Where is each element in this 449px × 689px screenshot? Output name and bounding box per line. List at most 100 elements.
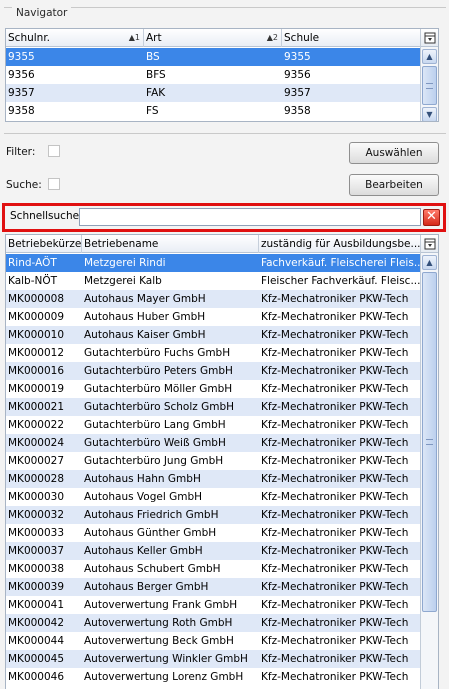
table-row[interactable]: 9355 BS 9355 <box>6 48 420 66</box>
table-cell: Fachverkäuf. Fleischerei Fleis... <box>261 257 422 269</box>
companies-scrollbar[interactable]: ▲ <box>420 235 438 689</box>
table-cell: MK000041 <box>8 599 65 611</box>
column-header-art[interactable]: Art ▲2 <box>144 29 282 47</box>
quicksearch-input[interactable] <box>79 208 421 226</box>
table-cell: MK000024 <box>8 437 65 449</box>
table-cell: Kfz-Mechatroniker PKW-Tech <box>261 455 409 467</box>
column-header-zustaendig[interactable]: zuständig für Ausbildungsbe... <box>259 235 422 253</box>
table-row[interactable]: MK000019 Gutachterbüro Möller GmbH Kfz-Mec… <box>6 380 420 398</box>
table-row[interactable]: MK000033 Autohaus Günther GmbH Kfz-Mechatr… <box>6 524 420 542</box>
scroll-thumb[interactable] <box>422 272 437 612</box>
table-cell: Gutachterbüro Peters GmbH <box>84 365 233 377</box>
navigator-scrollbar[interactable]: ▲ ▼ <box>420 29 438 121</box>
table-row[interactable]: MK000028 Autohaus Hahn GmbH Kfz-Mechatroni… <box>6 470 420 488</box>
table-row[interactable]: MK000045 Autoverwertung Winkler GmbH Kfz-M… <box>6 650 420 668</box>
scroll-down-icon[interactable]: ▼ <box>422 107 437 121</box>
table-cell: Kfz-Mechatroniker PKW-Tech <box>261 635 409 647</box>
navigator-title: Navigator <box>12 7 72 19</box>
navigator-grid[interactable]: Schulnr. ▲1 Art ▲2 Schule 9355 BS 9355 9356… <box>5 28 439 122</box>
table-row[interactable]: MK000010 Autohaus Kaiser GmbH Kfz-Mechatro… <box>6 326 420 344</box>
table-cell: MK000008 <box>8 293 65 305</box>
table-row[interactable]: 9356 BFS 9356 <box>6 66 420 84</box>
table-cell: MK000027 <box>8 455 65 467</box>
table-cell: 9358 <box>284 105 311 117</box>
table-row[interactable]: 9357 FAK 9357 <box>6 84 420 102</box>
column-header-schule[interactable]: Schule <box>282 29 422 47</box>
table-row[interactable]: MK000024 Gutachterbüro Weiß GmbH Kfz-Mecha… <box>6 434 420 452</box>
table-cell: FAK <box>146 87 166 99</box>
scroll-up-icon[interactable]: ▲ <box>422 255 437 270</box>
table-cell: Kfz-Mechatroniker PKW-Tech <box>261 599 409 611</box>
table-cell: Gutachterbüro Fuchs GmbH <box>84 347 231 359</box>
table-cell: MK000044 <box>8 635 65 647</box>
table-row[interactable]: MK000046 Autoverwertung Lorenz GmbH Kfz-Me… <box>6 668 420 686</box>
navigator-grid-header: Schulnr. ▲1 Art ▲2 Schule <box>6 29 420 47</box>
table-row[interactable]: MK000016 Gutachterbüro Peters GmbH Kfz-Mec… <box>6 362 420 380</box>
companies-grid[interactable]: Betriebekürzel Betriebename zuständig fü… <box>5 234 439 689</box>
table-cell: Autohaus Hahn GmbH <box>84 473 201 485</box>
table-cell: MK000010 <box>8 329 65 341</box>
table-row[interactable]: MK000027 Gutachterbüro Jung GmbH Kfz-Mecha… <box>6 452 420 470</box>
table-row[interactable]: MK000030 Autohaus Vogel GmbH Kfz-Mechatron… <box>6 488 420 506</box>
table-row[interactable]: MK000044 Autoverwertung Beck GmbH Kfz-Mech… <box>6 632 420 650</box>
filter-checkbox[interactable] <box>48 145 60 157</box>
table-cell: Kfz-Mechatroniker PKW-Tech <box>261 329 409 341</box>
close-icon[interactable]: ✕ <box>423 209 440 226</box>
table-cell: Autohaus Kaiser GmbH <box>84 329 206 341</box>
column-header-label: Betriebekürzel <box>8 238 82 250</box>
column-header-schulnr[interactable]: Schulnr. ▲1 <box>6 29 144 47</box>
table-cell: Gutachterbüro Möller GmbH <box>84 383 233 395</box>
table-cell: Gutachterbüro Scholz GmbH <box>84 401 235 413</box>
select-button[interactable]: Auswählen <box>349 142 439 164</box>
table-row[interactable]: Rind-AÖT Metzgerei Rindi Fachverkäuf. Flei… <box>6 254 422 272</box>
table-row[interactable]: MK000041 Autoverwertung Frank GmbH Kfz-Mec… <box>6 596 420 614</box>
table-cell: Kfz-Mechatroniker PKW-Tech <box>261 527 409 539</box>
table-row[interactable]: 9358 FS 9358 <box>6 102 420 120</box>
table-cell: 9357 <box>8 87 35 99</box>
table-row[interactable]: Kalb-NÖT Metzgerei Kalb Fleischer Fachverk… <box>6 272 420 290</box>
table-row[interactable]: MK000008 Autohaus Mayer GmbH Kfz-Mechatron… <box>6 290 420 308</box>
table-row[interactable]: MK000012 Gutachterbüro Fuchs GmbH Kfz-Mech… <box>6 344 420 362</box>
table-cell: Autoverwertung Winkler GmbH <box>84 653 248 665</box>
scroll-up-icon[interactable]: ▲ <box>422 49 437 64</box>
table-cell: Fleischer Fachverkäuf. Fleisc... <box>261 275 421 287</box>
table-cell: MK000042 <box>8 617 65 629</box>
table-cell: Kfz-Mechatroniker PKW-Tech <box>261 491 409 503</box>
column-header-betriebename[interactable]: Betriebename <box>82 235 259 253</box>
table-cell: Kfz-Mechatroniker PKW-Tech <box>261 401 409 413</box>
table-cell: Autoverwertung Lorenz GmbH <box>84 671 244 683</box>
table-cell: MK000019 <box>8 383 65 395</box>
quicksearch-bar: Schnellsuche ✕ <box>2 203 446 232</box>
table-cell: Autoverwertung Roth GmbH <box>84 617 233 629</box>
table-row[interactable]: MK000037 Autohaus Keller GmbH Kfz-Mechatro… <box>6 542 420 560</box>
table-cell: Autohaus Friedrich GmbH <box>84 509 219 521</box>
table-row[interactable]: MK000032 Autohaus Friedrich GmbH Kfz-Mecha… <box>6 506 420 524</box>
table-cell: Rind-AÖT <box>8 257 57 269</box>
table-cell: Kalb-NÖT <box>8 275 58 287</box>
table-cell: MK000028 <box>8 473 65 485</box>
edit-button[interactable]: Bearbeiten <box>349 174 439 196</box>
column-header-label: Art <box>146 32 162 44</box>
search-label: Suche: <box>6 179 42 191</box>
search-checkbox[interactable] <box>48 178 60 190</box>
table-cell: Kfz-Mechatroniker PKW-Tech <box>261 293 409 305</box>
table-row[interactable]: MK000022 Gutachterbüro Lang GmbH Kfz-Mecha… <box>6 416 420 434</box>
table-row[interactable]: MK000038 Autohaus Schubert GmbH Kfz-Mechat… <box>6 560 420 578</box>
table-row[interactable]: MK000021 Gutachterbüro Scholz GmbH Kfz-Mec… <box>6 398 420 416</box>
table-cell: Kfz-Mechatroniker PKW-Tech <box>261 581 409 593</box>
scroll-thumb[interactable] <box>422 66 437 105</box>
table-cell: Autohaus Günther GmbH <box>84 527 217 539</box>
table-cell: MK000021 <box>8 401 65 413</box>
table-row[interactable]: MK000039 Autohaus Berger GmbH Kfz-Mechatro… <box>6 578 420 596</box>
column-chooser-icon[interactable] <box>421 235 438 253</box>
quicksearch-label: Schnellsuche <box>10 210 80 222</box>
table-row[interactable]: MK000042 Autoverwertung Roth GmbH Kfz-Mech… <box>6 614 420 632</box>
table-cell: Kfz-Mechatroniker PKW-Tech <box>261 653 409 665</box>
table-cell: Gutachterbüro Jung GmbH <box>84 455 224 467</box>
table-cell: Metzgerei Kalb <box>84 275 162 287</box>
column-chooser-icon[interactable] <box>421 29 438 47</box>
table-cell: Gutachterbüro Weiß GmbH <box>84 437 226 449</box>
table-cell: MK000037 <box>8 545 65 557</box>
column-header-betriebekuerzel[interactable]: Betriebekürzel <box>6 235 82 253</box>
table-row[interactable]: MK000009 Autohaus Huber GmbH Kfz-Mechatron… <box>6 308 420 326</box>
